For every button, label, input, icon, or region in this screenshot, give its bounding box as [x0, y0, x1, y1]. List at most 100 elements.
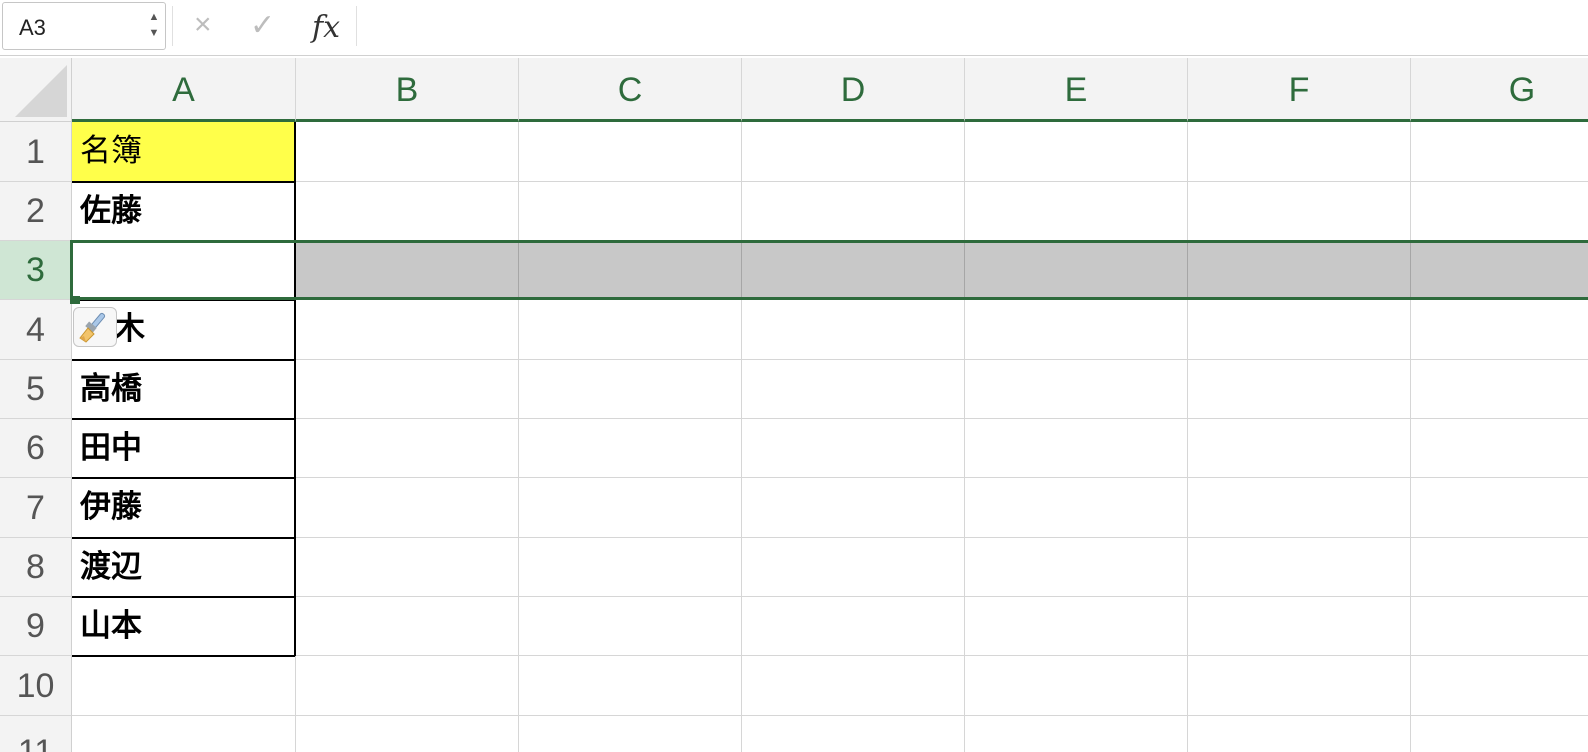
- cell-E6[interactable]: [965, 419, 1188, 478]
- fill-handle[interactable]: [70, 296, 80, 304]
- cell-D8[interactable]: [742, 538, 965, 597]
- cell-C7[interactable]: [519, 478, 742, 538]
- cell-D5[interactable]: [742, 360, 965, 419]
- row-header-3[interactable]: 3: [0, 241, 72, 300]
- cell-G6[interactable]: [1411, 419, 1588, 478]
- cell-F10[interactable]: [1188, 656, 1411, 716]
- paintbrush-icon[interactable]: [73, 307, 117, 347]
- cell-B5[interactable]: [296, 360, 519, 419]
- formula-input[interactable]: [370, 4, 1588, 50]
- row-header-2[interactable]: 2: [0, 182, 72, 241]
- name-box[interactable]: A3 ▲ ▼: [2, 2, 166, 50]
- cell-B6[interactable]: [296, 419, 519, 478]
- cell-D4[interactable]: [742, 300, 965, 360]
- cell-C1[interactable]: [519, 122, 742, 182]
- column-header-F[interactable]: F: [1188, 58, 1411, 122]
- cell-A5[interactable]: 高橋: [72, 360, 296, 420]
- cell-F3[interactable]: [1188, 241, 1411, 300]
- cell-B9[interactable]: [296, 597, 519, 656]
- cell-E9[interactable]: [965, 597, 1188, 656]
- cell-D9[interactable]: [742, 597, 965, 656]
- cell-A7[interactable]: 伊藤: [72, 478, 296, 539]
- cell-F5[interactable]: [1188, 360, 1411, 419]
- column-header-A[interactable]: A: [72, 58, 296, 122]
- column-header-C[interactable]: C: [519, 58, 742, 122]
- cell-A2[interactable]: 佐藤: [72, 182, 296, 242]
- column-header-B[interactable]: B: [296, 58, 519, 122]
- column-header-G[interactable]: G: [1411, 58, 1588, 122]
- cell-C5[interactable]: [519, 360, 742, 419]
- cell-B10[interactable]: [296, 656, 519, 716]
- cell-E2[interactable]: [965, 182, 1188, 241]
- cell-B2[interactable]: [296, 182, 519, 241]
- cell-D6[interactable]: [742, 419, 965, 478]
- cell-G5[interactable]: [1411, 360, 1588, 419]
- cell-F1[interactable]: [1188, 122, 1411, 182]
- cell-B1[interactable]: [296, 122, 519, 182]
- cell-F7[interactable]: [1188, 478, 1411, 538]
- row-header-11[interactable]: 11: [0, 716, 72, 752]
- cell-G8[interactable]: [1411, 538, 1588, 597]
- column-header-D[interactable]: D: [742, 58, 965, 122]
- cell-D7[interactable]: [742, 478, 965, 538]
- row-header-4[interactable]: 4: [0, 300, 72, 360]
- cell-E4[interactable]: [965, 300, 1188, 360]
- cell-F6[interactable]: [1188, 419, 1411, 478]
- cell-G9[interactable]: [1411, 597, 1588, 656]
- row-header-10[interactable]: 10: [0, 656, 72, 716]
- cell-E10[interactable]: [965, 656, 1188, 716]
- row-header-9[interactable]: 9: [0, 597, 72, 656]
- cell-G2[interactable]: [1411, 182, 1588, 241]
- cell-C3[interactable]: [519, 241, 742, 300]
- enter-check-icon[interactable]: ✓: [250, 8, 275, 43]
- cell-C11[interactable]: [519, 716, 742, 752]
- cell-C2[interactable]: [519, 182, 742, 241]
- cell-B3[interactable]: [296, 241, 519, 300]
- cell-F2[interactable]: [1188, 182, 1411, 241]
- cell-E7[interactable]: [965, 478, 1188, 538]
- cell-A10[interactable]: [72, 656, 296, 716]
- cell-B7[interactable]: [296, 478, 519, 538]
- cell-E11[interactable]: [965, 716, 1188, 752]
- cell-A6[interactable]: 田中: [72, 419, 296, 479]
- cell-G4[interactable]: [1411, 300, 1588, 360]
- cell-B4[interactable]: [296, 300, 519, 360]
- cell-A9[interactable]: 山本: [72, 597, 296, 657]
- cell-D11[interactable]: [742, 716, 965, 752]
- row-header-1[interactable]: 1: [0, 122, 72, 182]
- cancel-icon[interactable]: ×: [194, 8, 212, 42]
- cell-G7[interactable]: [1411, 478, 1588, 538]
- cell-C6[interactable]: [519, 419, 742, 478]
- cell-G10[interactable]: [1411, 656, 1588, 716]
- select-all-corner[interactable]: [0, 58, 72, 122]
- cell-D10[interactable]: [742, 656, 965, 716]
- name-box-stepper-icon[interactable]: ▲ ▼: [147, 9, 161, 45]
- cell-A3[interactable]: [72, 241, 296, 301]
- cell-G1[interactable]: [1411, 122, 1588, 182]
- cell-C10[interactable]: [519, 656, 742, 716]
- cell-B11[interactable]: [296, 716, 519, 752]
- cell-F11[interactable]: [1188, 716, 1411, 752]
- cell-F8[interactable]: [1188, 538, 1411, 597]
- cell-D3[interactable]: [742, 241, 965, 300]
- cell-A11[interactable]: [72, 716, 296, 752]
- cell-E5[interactable]: [965, 360, 1188, 419]
- cell-F9[interactable]: [1188, 597, 1411, 656]
- row-header-8[interactable]: 8: [0, 538, 72, 597]
- cell-D1[interactable]: [742, 122, 965, 182]
- row-header-5[interactable]: 5: [0, 360, 72, 419]
- cell-E3[interactable]: [965, 241, 1188, 300]
- cell-D2[interactable]: [742, 182, 965, 241]
- cell-B8[interactable]: [296, 538, 519, 597]
- cell-E1[interactable]: [965, 122, 1188, 182]
- cell-A1[interactable]: 名簿: [72, 122, 296, 183]
- insert-function-button[interactable]: fx: [312, 10, 340, 45]
- column-header-E[interactable]: E: [965, 58, 1188, 122]
- cell-A8[interactable]: 渡辺: [72, 538, 296, 598]
- cell-C9[interactable]: [519, 597, 742, 656]
- row-header-6[interactable]: 6: [0, 419, 72, 478]
- row-header-7[interactable]: 7: [0, 478, 72, 538]
- cell-F4[interactable]: [1188, 300, 1411, 360]
- cell-G11[interactable]: [1411, 716, 1588, 752]
- cell-E8[interactable]: [965, 538, 1188, 597]
